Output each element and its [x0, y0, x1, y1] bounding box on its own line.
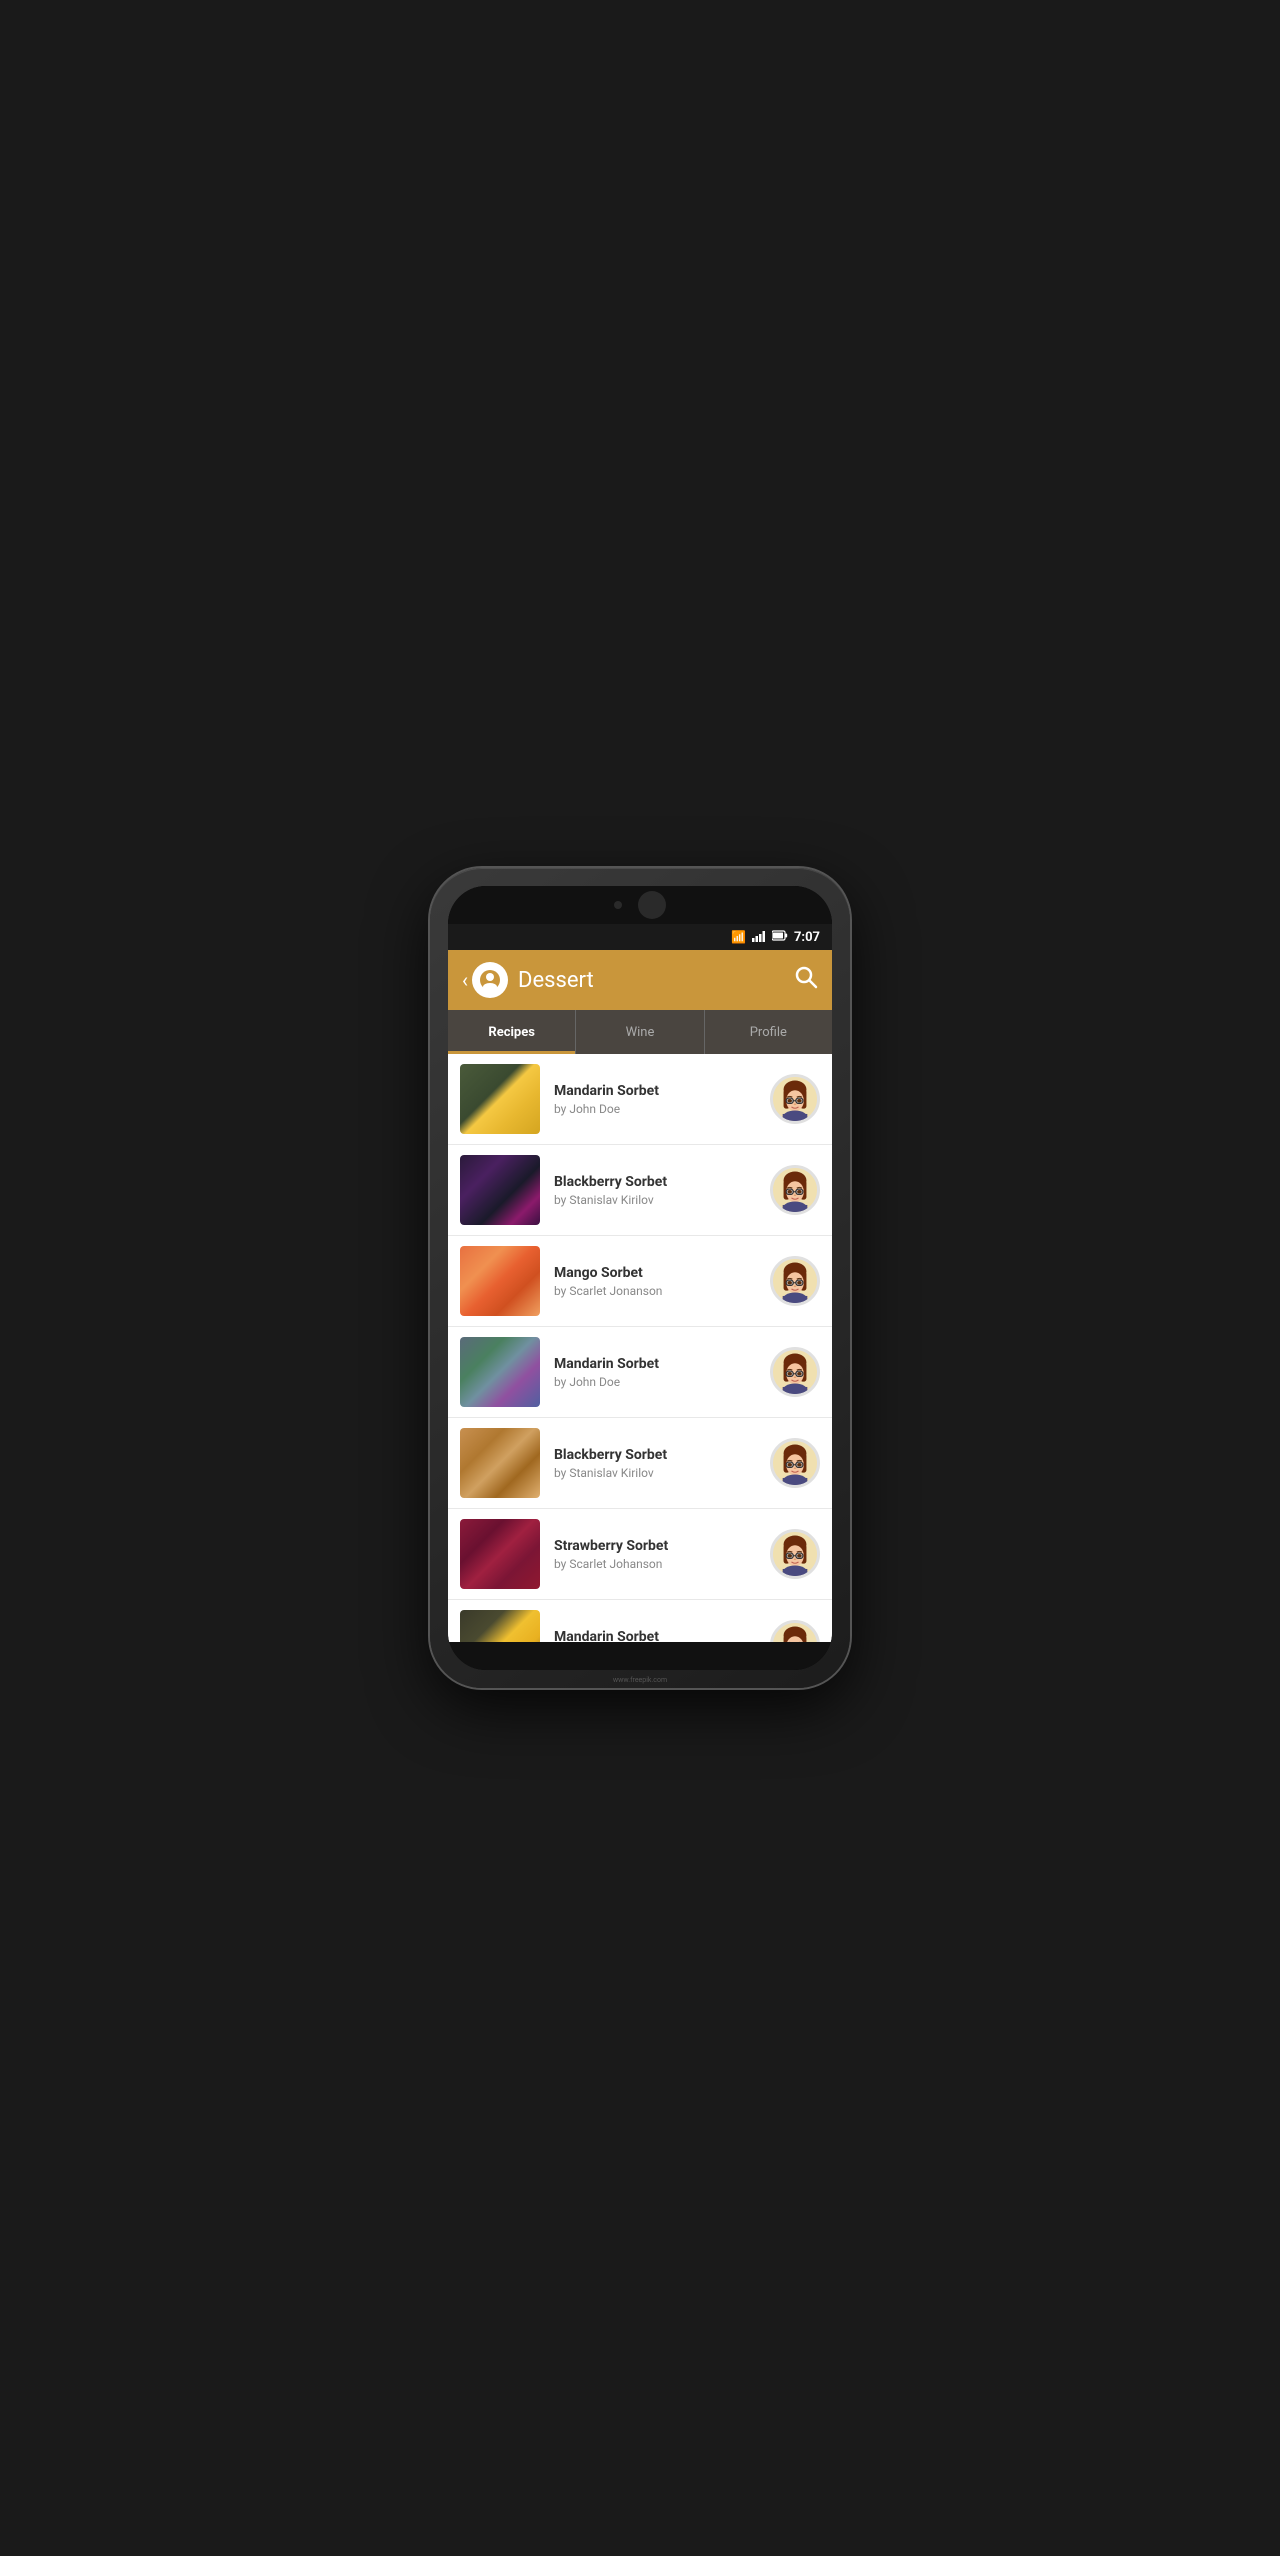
recipe-author: by Stanislav Kirilov	[554, 1193, 760, 1207]
status-time: 7:07	[794, 930, 820, 945]
app-logo	[472, 962, 508, 998]
app-bar: ‹ Dessert	[448, 950, 832, 1010]
recipe-title: Mandarin Sorbet	[554, 1356, 760, 1372]
camera-dot	[614, 901, 622, 909]
tab-profile[interactable]: Profile	[705, 1010, 832, 1054]
avatar	[770, 1438, 820, 1488]
speaker	[638, 891, 666, 919]
status-bar: 📶 7:07	[448, 924, 832, 950]
phone-device: 📶 7:07	[430, 868, 850, 1688]
avatar	[770, 1529, 820, 1579]
recipe-item[interactable]: Mandarin Sorbet by John Doe	[448, 1054, 832, 1145]
recipe-info: Mango Sorbet by Scarlet Jonanson	[554, 1265, 760, 1298]
back-button[interactable]: ‹	[462, 968, 468, 992]
avatar	[770, 1165, 820, 1215]
recipe-item[interactable]: Blackberry Sorbet by Stanislav Kirilov	[448, 1418, 832, 1509]
tab-bar: Recipes Wine Profile	[448, 1010, 832, 1054]
recipe-thumbnail	[460, 1428, 540, 1498]
phone-screen: 📶 7:07	[448, 886, 832, 1670]
search-button[interactable]	[794, 965, 818, 995]
recipe-author: by John Doe	[554, 1102, 760, 1116]
recipe-author: by Stanislav Kirilov	[554, 1466, 760, 1480]
watermark: www.freepik.com	[613, 1676, 667, 1684]
recipe-title: Mango Sorbet	[554, 1265, 760, 1281]
app-screen: 📶 7:07	[448, 924, 832, 1642]
recipe-info: Mandarin Sorbet by John Doe	[554, 1356, 760, 1389]
recipe-info: Strawberry Sorbet by Scarlet Johanson	[554, 1538, 760, 1571]
phone-bottom-bar	[448, 1642, 832, 1670]
recipe-info: Blackberry Sorbet by Stanislav Kirilov	[554, 1447, 760, 1480]
signal-icon	[752, 930, 766, 945]
recipe-item[interactable]: Mandarin Sorbet by John Doe	[448, 1327, 832, 1418]
recipe-thumbnail	[460, 1519, 540, 1589]
recipe-info: Blackberry Sorbet by Stanislav Kirilov	[554, 1174, 760, 1207]
recipe-title: Mandarin Sorbet	[554, 1629, 760, 1643]
avatar	[770, 1074, 820, 1124]
recipe-item[interactable]: Strawberry Sorbet by Scarlet Johanson	[448, 1509, 832, 1600]
recipe-title: Blackberry Sorbet	[554, 1447, 760, 1463]
recipe-author: by Scarlet Jonanson	[554, 1284, 760, 1298]
recipe-item[interactable]: Mandarin Sorbet by John Doe	[448, 1600, 832, 1642]
recipe-title: Blackberry Sorbet	[554, 1174, 760, 1190]
recipe-thumbnail	[460, 1610, 540, 1642]
recipe-author: by John Doe	[554, 1375, 760, 1389]
tab-recipes[interactable]: Recipes	[448, 1010, 576, 1054]
avatar	[770, 1256, 820, 1306]
recipe-list: Mandarin Sorbet by John Doe	[448, 1054, 832, 1642]
recipe-thumbnail	[460, 1246, 540, 1316]
recipe-item[interactable]: Mango Sorbet by Scarlet Jonanson	[448, 1236, 832, 1327]
app-title: Dessert	[518, 968, 794, 993]
recipe-title: Mandarin Sorbet	[554, 1083, 760, 1099]
avatar	[770, 1620, 820, 1642]
recipe-info: Mandarin Sorbet by John Doe	[554, 1083, 760, 1116]
battery-icon	[772, 930, 788, 944]
recipe-info: Mandarin Sorbet by John Doe	[554, 1629, 760, 1643]
recipe-thumbnail	[460, 1155, 540, 1225]
recipe-thumbnail	[460, 1337, 540, 1407]
recipe-item[interactable]: Blackberry Sorbet by Stanislav Kirilov	[448, 1145, 832, 1236]
phone-top-bar	[448, 886, 832, 924]
recipe-thumbnail	[460, 1064, 540, 1134]
avatar	[770, 1347, 820, 1397]
wifi-icon: 📶	[731, 930, 746, 944]
recipe-title: Strawberry Sorbet	[554, 1538, 760, 1554]
tab-wine[interactable]: Wine	[576, 1010, 704, 1054]
recipe-author: by Scarlet Johanson	[554, 1557, 760, 1571]
